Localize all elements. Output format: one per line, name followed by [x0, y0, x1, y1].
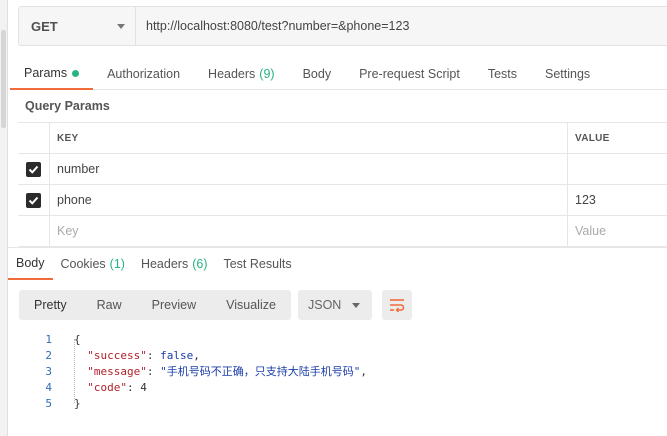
tab-body[interactable]: Body	[289, 58, 346, 90]
check-cell	[18, 216, 50, 246]
tab-count: (6)	[192, 257, 208, 271]
tab-label: Headers	[208, 67, 256, 81]
json-value: "手机号码不正确，只支持大陆手机号码"	[160, 365, 361, 378]
method-select[interactable]: GET	[19, 7, 136, 45]
tab-label: Body	[302, 67, 332, 81]
json-value: false	[160, 348, 194, 362]
tab-tests[interactable]: Tests	[474, 58, 531, 90]
tab-authorization[interactable]: Authorization	[93, 58, 194, 90]
line-number: 3	[45, 364, 52, 378]
tab-count: (1)	[109, 257, 125, 271]
tab-response-headers[interactable]: Headers (6)	[133, 248, 216, 280]
method-label: GET	[31, 18, 58, 34]
scrollbar-thumb[interactable]	[1, 30, 6, 128]
param-value-input[interactable]	[568, 154, 667, 184]
tab-test-results[interactable]: Test Results	[215, 248, 299, 280]
tab-label: Authorization	[107, 67, 181, 81]
check-icon	[28, 165, 39, 174]
param-value-input[interactable]: 123	[568, 185, 667, 215]
check-icon	[28, 196, 39, 205]
key-column-header: KEY	[50, 123, 568, 153]
tab-params[interactable]: Params	[10, 58, 94, 90]
param-checkbox[interactable]	[26, 161, 41, 177]
line-number: 5	[45, 396, 52, 410]
view-visualize-button[interactable]: Visualize	[211, 290, 291, 320]
table-header-row: KEY VALUE	[18, 123, 667, 154]
response-code: 1 { 2 "success": false, 3 "message": "手机…	[8, 331, 367, 411]
new-key-input[interactable]: Key	[50, 216, 568, 246]
check-cell	[18, 154, 50, 184]
view-preview-button[interactable]: Preview	[137, 290, 211, 320]
json-value: 4	[140, 380, 147, 394]
view-pretty-button[interactable]: Pretty	[19, 290, 82, 320]
check-cell	[18, 185, 50, 215]
tab-cookies[interactable]: Cookies (1)	[53, 248, 133, 280]
code-text: {	[52, 333, 81, 346]
wrap-lines-button[interactable]	[382, 290, 412, 320]
response-tabs: Body Cookies (1) Headers (6) Test Result…	[8, 248, 300, 280]
tab-label: Cookies	[60, 257, 106, 271]
code-text: "message": "手机号码不正确，只支持大陆手机号码",	[87, 365, 367, 378]
tab-label: Params	[24, 66, 68, 80]
query-params-title: Query Params	[25, 99, 110, 113]
code-line: 4 "code": 4	[8, 379, 367, 395]
code-line: 3 "message": "手机号码不正确，只支持大陆手机号码",	[8, 363, 367, 379]
line-number: 4	[45, 380, 52, 394]
tab-settings[interactable]: Settings	[531, 58, 604, 90]
view-mode-bar: Pretty Raw Preview Visualize	[19, 290, 291, 320]
tab-label: Pre-request Script	[359, 67, 460, 81]
json-key: "code"	[87, 380, 127, 394]
tab-label: Body	[16, 256, 45, 270]
code-line: 1 {	[8, 331, 367, 347]
active-dot-icon	[72, 69, 80, 77]
value-column-header: VALUE	[575, 132, 610, 144]
left-scroll-track	[0, 0, 8, 436]
json-brace: {	[74, 332, 81, 346]
request-tabs: Params Authorization Headers (9) Body Pr…	[10, 58, 667, 90]
wrap-lines-icon	[390, 299, 405, 312]
params-table: KEY VALUE number phone 123 Key Value	[18, 122, 667, 247]
code-text: "success": false,	[87, 348, 200, 362]
code-text: }	[52, 397, 81, 410]
code-line: 5 }	[8, 395, 367, 411]
param-key-input[interactable]: phone	[50, 185, 568, 215]
tab-label: Tests	[487, 67, 517, 81]
view-raw-button[interactable]: Raw	[82, 290, 137, 320]
table-row: number	[18, 154, 667, 185]
table-row: phone 123	[18, 185, 667, 216]
line-number: 1	[45, 332, 52, 346]
code-text: "code": 4	[87, 380, 147, 394]
tab-headers[interactable]: Headers (9)	[194, 58, 289, 90]
chevron-down-icon	[117, 23, 125, 29]
response-panel: Body Cookies (1) Headers (6) Test Result…	[8, 247, 667, 436]
new-value-input[interactable]: Value	[568, 216, 667, 246]
format-label: JSON	[308, 298, 342, 312]
header-check-cell	[18, 123, 50, 153]
line-number: 2	[45, 348, 52, 362]
tab-label: Test Results	[223, 257, 292, 271]
json-key: "success"	[87, 348, 147, 362]
tab-pre-request-script[interactable]: Pre-request Script	[345, 58, 474, 90]
code-line: 2 "success": false,	[8, 347, 367, 363]
url-input[interactable]: http://localhost:8080/test?number=&phone…	[136, 7, 667, 45]
json-brace: }	[74, 396, 81, 410]
json-key: "message"	[87, 365, 147, 378]
tab-label: Headers	[140, 257, 189, 271]
table-row-new: Key Value	[18, 216, 667, 247]
param-checkbox[interactable]	[26, 192, 41, 208]
chevron-down-icon	[352, 302, 360, 308]
tab-response-body[interactable]: Body	[8, 248, 53, 280]
tab-count: (9)	[259, 67, 275, 81]
format-select[interactable]: JSON	[298, 290, 372, 320]
param-key-input[interactable]: number	[50, 154, 568, 184]
tab-label: Settings	[545, 67, 591, 81]
url-bar: GET http://localhost:8080/test?number=&p…	[18, 6, 667, 46]
